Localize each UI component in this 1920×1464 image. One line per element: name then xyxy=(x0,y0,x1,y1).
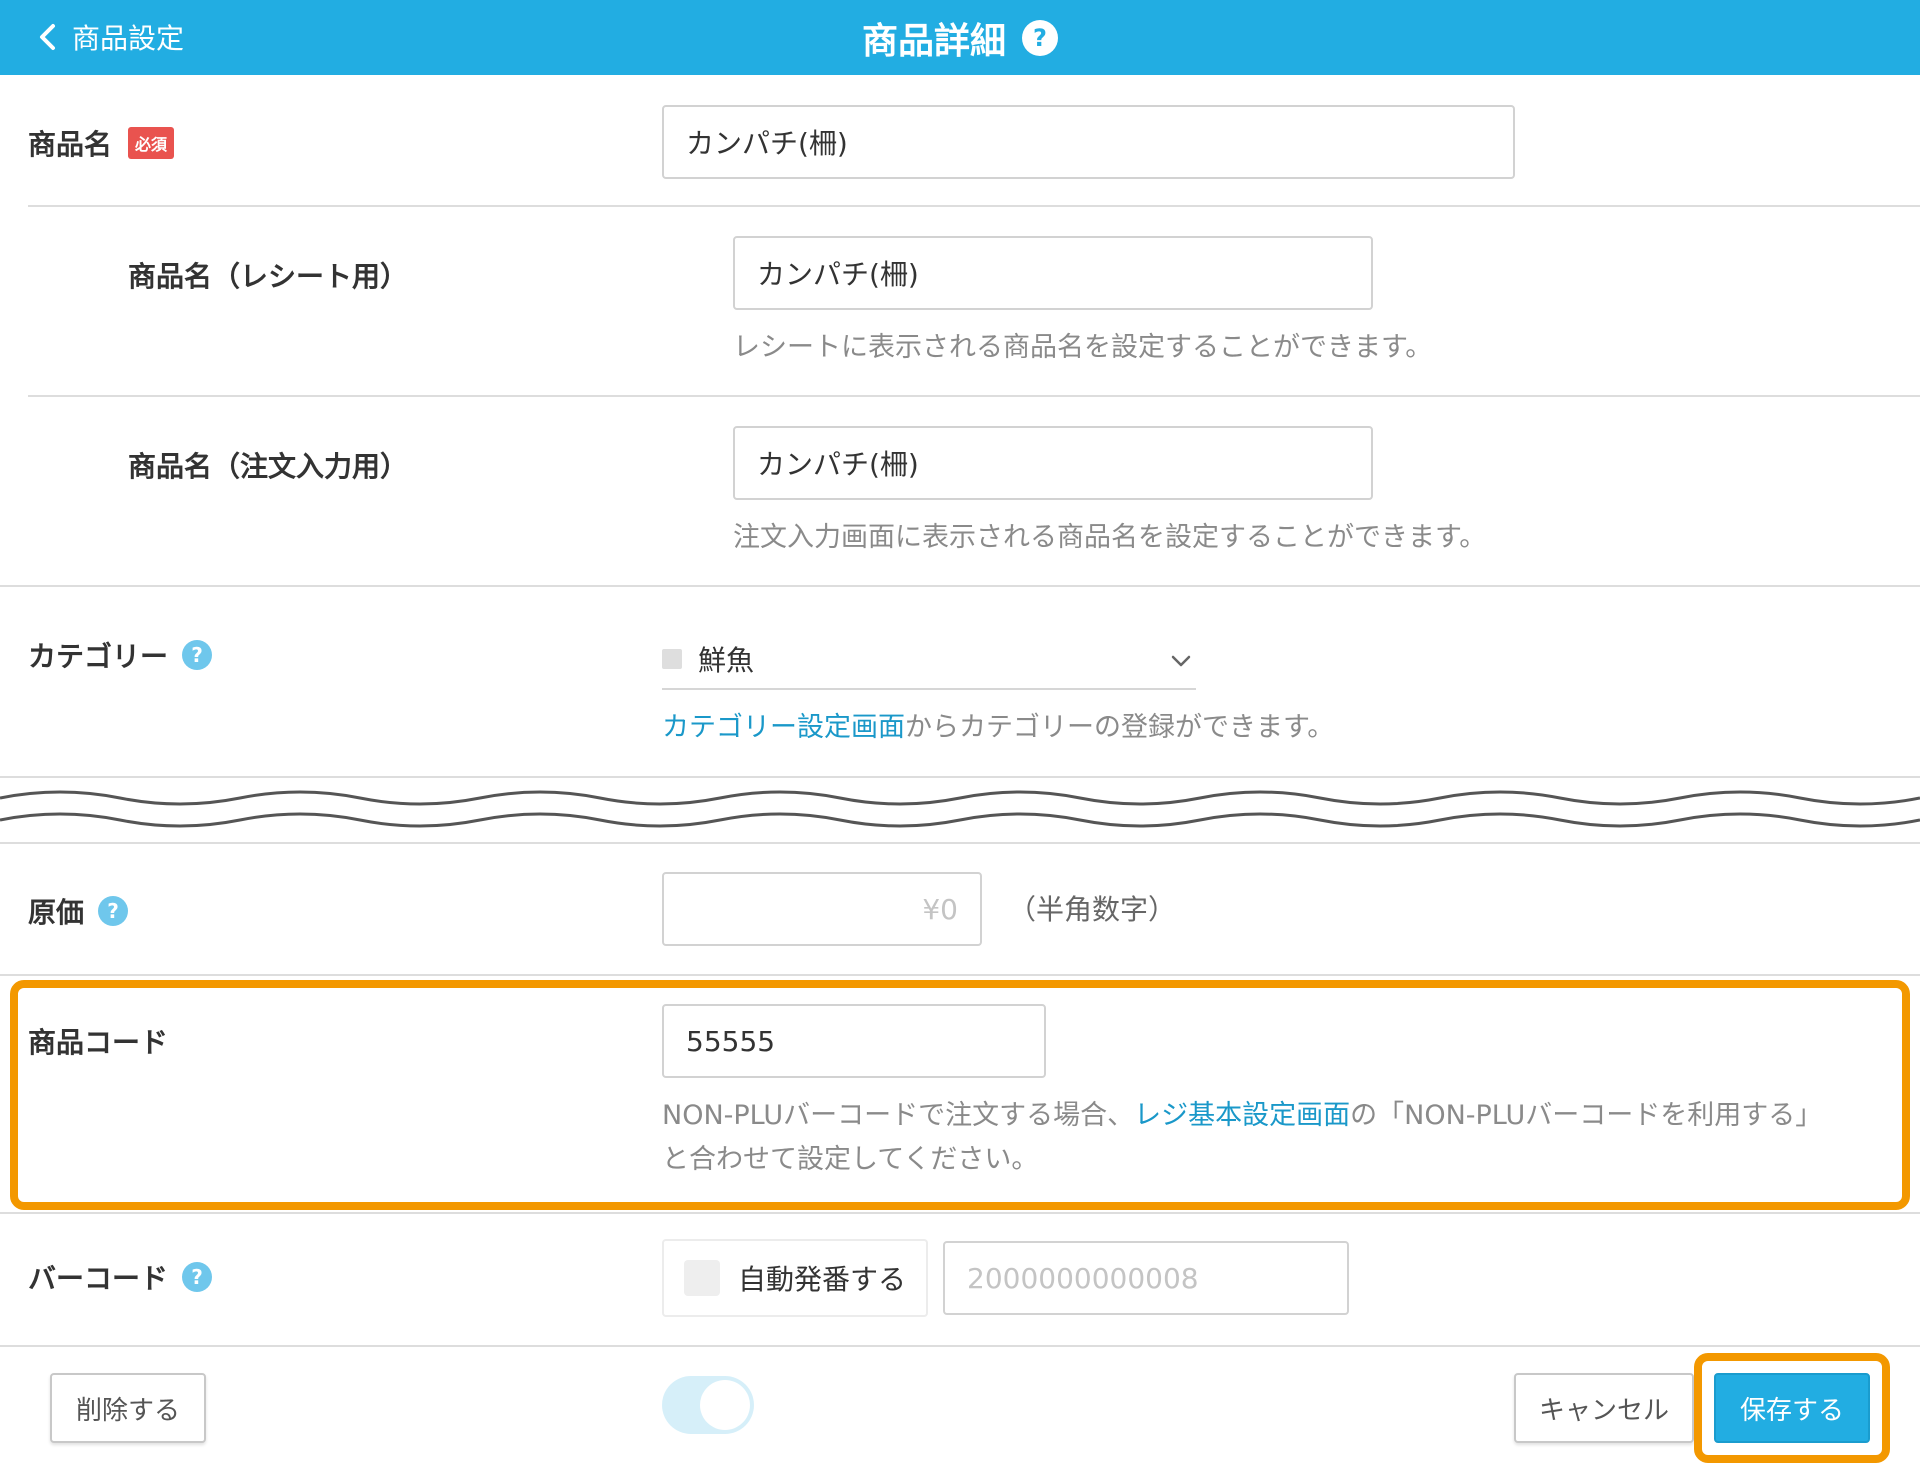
cost-label: 原価 ? xyxy=(28,888,129,934)
cancel-button[interactable]: キャンセル xyxy=(1514,1373,1694,1443)
barcode-label: バーコード ? xyxy=(28,1254,213,1300)
header-bar: 商品詳細 ? 商品設定 xyxy=(0,0,1920,75)
category-color-swatch xyxy=(662,649,682,669)
toggle-knob xyxy=(700,1380,750,1430)
receipt-name-hint: レシートに表示される商品名を設定することができます。 xyxy=(733,332,1433,363)
category-label: カテゴリー ? xyxy=(28,632,213,678)
category-label-text: カテゴリー xyxy=(28,640,169,673)
highlight-save-button xyxy=(1694,1353,1890,1463)
help-icon[interactable]: ? xyxy=(1022,19,1058,56)
highlight-product-code xyxy=(10,980,1910,1210)
cost-suffix: （半角数字） xyxy=(1008,893,1177,926)
order-name-input[interactable]: カンパチ(柵) xyxy=(733,426,1373,500)
product-name-label: 商品名 必須 xyxy=(28,120,175,166)
receipt-name-label: 商品名（レシート用） xyxy=(128,252,408,298)
category-hint: カテゴリー設定画面からカテゴリーの登録ができます。 xyxy=(662,706,1334,750)
help-icon[interactable]: ? xyxy=(182,640,213,670)
barcode-label-text: バーコード xyxy=(28,1262,169,1295)
divider xyxy=(0,1212,1920,1214)
receipt-name-input[interactable]: カンパチ(柵) xyxy=(733,236,1373,310)
cost-input[interactable]: ¥0 xyxy=(662,872,982,946)
checkbox-box xyxy=(684,1260,720,1296)
order-name-hint: 注文入力画面に表示される商品名を設定することができます。 xyxy=(733,522,1487,553)
back-button[interactable]: 商品設定 xyxy=(38,14,184,60)
category-hint-text: からカテゴリーの登録ができます。 xyxy=(905,712,1335,743)
help-icon[interactable]: ? xyxy=(98,896,129,926)
help-icon[interactable]: ? xyxy=(182,1262,213,1292)
cost-label-text: 原価 xyxy=(28,896,85,929)
order-name-label: 商品名（注文入力用） xyxy=(128,442,408,488)
category-selected-value: 鮮魚 xyxy=(698,644,755,677)
category-settings-link[interactable]: カテゴリー設定画面 xyxy=(662,712,905,743)
receipt-name-label-text: 商品名（レシート用） xyxy=(128,260,409,293)
divider xyxy=(0,842,1920,844)
back-label: 商品設定 xyxy=(72,22,185,55)
barcode-input[interactable]: 2000000000008 xyxy=(943,1241,1349,1315)
product-name-input[interactable]: カンパチ(柵) xyxy=(662,105,1515,179)
divider xyxy=(28,395,1920,397)
title-wrap: 商品詳細 ? xyxy=(0,0,1920,75)
order-name-label-text: 商品名（注文入力用） xyxy=(128,450,409,483)
divider xyxy=(28,205,1920,207)
auto-number-checkbox[interactable]: 自動発番する xyxy=(662,1239,928,1317)
page-title: 商品詳細 xyxy=(861,20,1006,62)
divider xyxy=(0,974,1920,976)
delete-button[interactable]: 削除する xyxy=(50,1373,206,1443)
category-select[interactable]: 鮮魚 xyxy=(662,630,1196,690)
toggle-switch xyxy=(662,1376,754,1434)
required-badge: 必須 xyxy=(128,127,175,159)
divider xyxy=(0,1345,1920,1347)
auto-number-label: 自動発番する xyxy=(738,1263,907,1296)
chevron-left-icon xyxy=(40,24,55,50)
wave-break-divider xyxy=(0,790,1920,828)
chevron-down-icon xyxy=(1171,655,1191,667)
product-name-label-text: 商品名 xyxy=(28,128,113,161)
divider xyxy=(0,585,1920,587)
